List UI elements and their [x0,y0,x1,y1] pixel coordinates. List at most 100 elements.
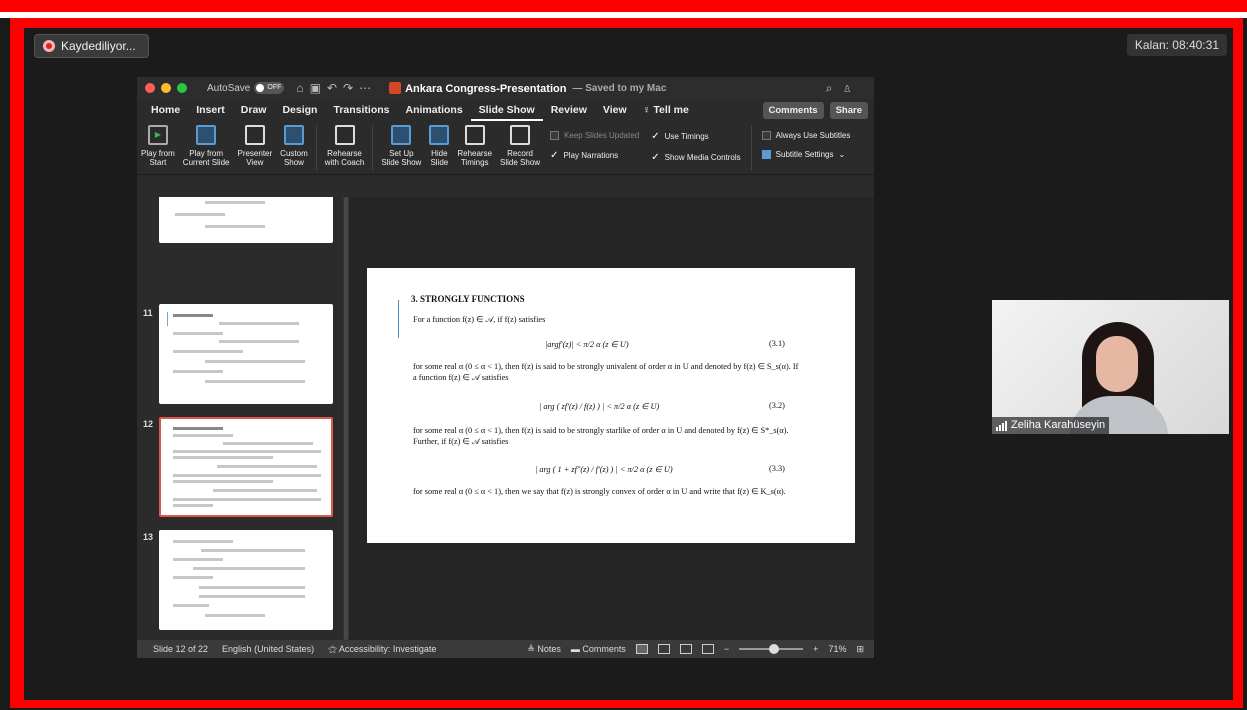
equation-number: (3.2) [769,401,785,410]
tab-review[interactable]: Review [543,99,595,121]
show-media-controls-checkbox[interactable]: ✓ Show Media Controls [651,152,740,163]
record-icon [43,40,55,52]
accessibility-button[interactable]: ⚝ Accessibility: Investigate [328,644,436,655]
equation-number: (3.1) [769,339,785,348]
slide-thumbnails-panel[interactable]: 11 12 13 [137,197,343,640]
label-line: View [246,158,264,167]
custom-show-button[interactable]: Custom Show [280,125,308,167]
hide-slide-button[interactable]: Hide Slide [429,125,450,167]
thumb-line [173,540,233,543]
record-slide-show-button[interactable]: Record Slide Show [500,125,540,167]
comments-label: Comments [582,644,626,654]
tab-home[interactable]: Home [143,99,188,121]
checkbox-icon [761,131,771,140]
checkmark-icon: ✓ [550,150,559,161]
thumb-line [173,332,223,335]
zoom-window-button[interactable] [177,83,187,93]
titlebar-right-icons[interactable]: ⌕♙ [826,81,874,96]
label-line: Hide [431,149,448,158]
custom-show-icon [283,125,304,145]
normal-view-icon[interactable] [635,644,648,654]
language-button[interactable]: English (United States) [222,644,314,654]
label-line: with Coach [324,158,365,167]
use-timings-checkbox[interactable]: ✓ Use Timings [651,131,740,142]
thumb-line [199,595,305,598]
label-line: Record [507,149,533,158]
keep-slides-updated-checkbox[interactable]: Keep Slides Updated [550,131,639,140]
zoom-slider-knob[interactable] [769,644,780,654]
powerpoint-window: AutoSave OFF ⌂▣↶↷⋯ Ankara Congress-Prese… [137,77,874,658]
status-bar: Slide 12 of 22 English (United States) ⚝… [137,640,874,658]
slide-editor[interactable]: 3. STRONGLY FUNCTIONS For a function f(z… [349,197,874,640]
doc-title-text: Ankara Congress-Presentation [405,82,567,95]
always-use-subtitles-checkbox[interactable]: Always Use Subtitles [761,131,850,140]
thumb-line [173,504,213,507]
thumb-line [173,350,243,353]
thumb-line [193,567,305,570]
tell-me-label: Tell me [653,104,689,116]
slide-thumbnail[interactable] [159,197,333,243]
label-line: Slide [430,158,449,167]
play-from-current-button[interactable]: Play from Current Slide [183,125,229,167]
tell-me[interactable]: ♀ Tell me [635,99,697,121]
checkbox-label: Use Timings [664,132,709,141]
thumb-line [223,442,313,445]
play-from-start-button[interactable]: Play fromStart [141,125,175,167]
rehearse-timings-button[interactable]: Rehearse Timings [457,125,492,167]
slide-thumbnail[interactable] [159,530,333,630]
powerpoint-icon [389,81,402,94]
thumb-line [173,434,233,437]
thumb-line [199,586,305,589]
label-line: Start [149,158,167,167]
autosave-toggle[interactable]: OFF [254,82,285,94]
screen: Kaydediliyor... Kalan: 08:40:31 AutoSave… [0,0,1247,710]
slide-show-view-icon[interactable] [701,644,714,654]
quick-access-icons[interactable]: ⌂▣↶↷⋯ [296,81,377,95]
slide-paragraph: for some real α (0 ≤ α < 1), then f(z) i… [413,426,789,446]
slide-sorter-view-icon[interactable] [657,644,670,654]
rehearse-coach-button[interactable]: Rehearse with Coach [324,125,365,167]
participant-face [1096,336,1138,392]
presenter-view-button[interactable]: Presenter View [237,125,272,167]
setup-slide-show-button[interactable]: Set Up Slide Show [381,125,421,167]
minimize-window-button[interactable] [161,83,171,93]
close-window-button[interactable] [145,83,155,93]
label-line: Rehearse [327,149,362,158]
tab-draw[interactable]: Draw [233,99,275,121]
notes-button[interactable]: ≜ Notes [527,644,561,655]
zoom-slider[interactable] [739,644,804,654]
thumb-line [205,201,265,204]
tab-insert[interactable]: Insert [188,99,233,121]
comments-button[interactable]: Comments [762,101,824,119]
slide-thumbnail-selected[interactable] [159,417,333,517]
tab-view[interactable]: View [595,99,635,121]
tab-animations[interactable]: Animations [398,99,471,121]
play-narrations-checkbox[interactable]: ✓ Play Narrations [550,150,639,161]
current-slide[interactable]: 3. STRONGLY FUNCTIONS For a function f(z… [367,268,855,543]
label-line: Custom [280,149,308,158]
autosave[interactable]: AutoSave OFF [207,82,285,94]
participant-name: Zeliha Karahüseyin [1011,419,1106,431]
label-line: Play from [141,149,175,158]
comments-status-button[interactable]: ▬ Comments [571,644,626,654]
label-line: Show [283,158,304,167]
recording-indicator[interactable]: Kaydediliyor... [34,34,149,58]
fit-to-window-icon[interactable]: ⊞ [856,644,864,655]
share-button[interactable]: Share [829,101,868,119]
slide-thumbnail[interactable] [159,304,333,404]
zoom-out-button[interactable]: − [724,644,729,654]
checkbox-label: Play Narrations [563,151,619,160]
tab-transitions[interactable]: Transitions [325,99,397,121]
slide-number: 11 [143,308,153,318]
accessibility-icon: ⚝ [328,643,339,654]
thumb-line [219,340,299,343]
reading-view-icon[interactable] [679,644,692,654]
equation: | arg ( 1 + zf″(z) / f′(z) ) | < π/2 α (… [535,465,673,474]
comment-icon: ▬ [570,644,583,654]
tab-slide-show[interactable]: Slide Show [470,99,543,121]
thumb-line [201,549,305,552]
subtitle-settings-dropdown[interactable]: Subtitle Settings ⌄ [761,150,851,159]
zoom-in-button[interactable]: + [813,644,818,654]
checkmark-icon: ✓ [651,131,660,142]
tab-design[interactable]: Design [274,99,325,121]
